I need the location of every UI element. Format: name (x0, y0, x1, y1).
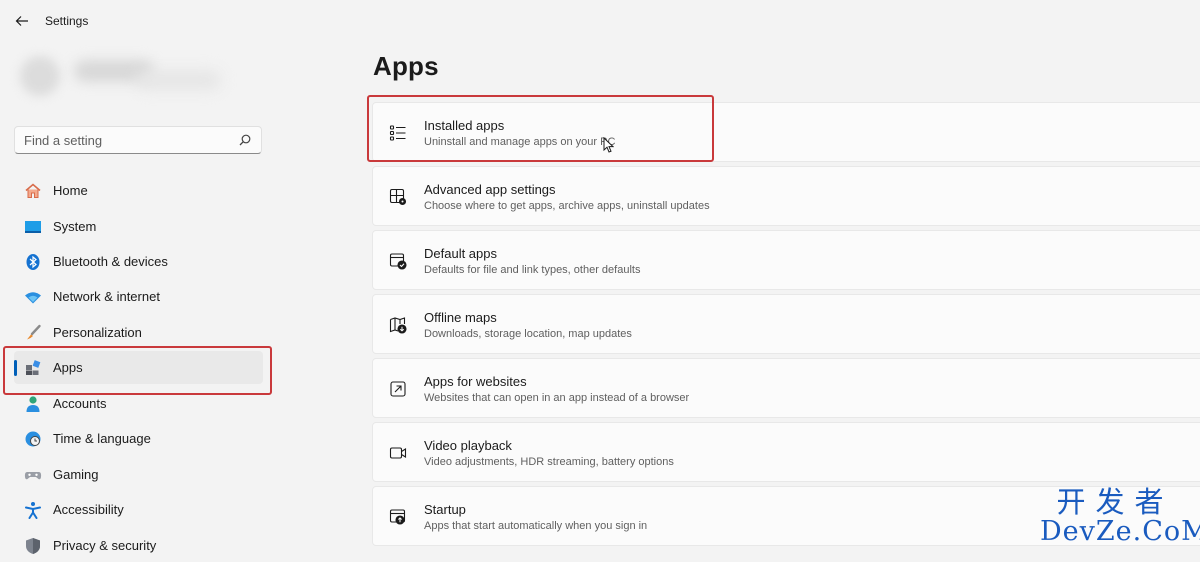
card-subtitle: Uninstall and manage apps on your PC (424, 136, 616, 148)
card-title: Video playback (424, 438, 512, 453)
card-subtitle: Choose where to get apps, archive apps, … (424, 200, 710, 212)
list-icon (387, 122, 409, 144)
watermark-line-1: 开发者 (1056, 485, 1174, 519)
back-arrow-icon (15, 16, 28, 26)
selected-indicator (14, 360, 17, 376)
profile-email-blurred (136, 70, 221, 90)
sidebar-item-accounts[interactable]: Accounts (14, 387, 263, 420)
sidebar-item-label: Privacy & security (53, 538, 157, 553)
user-profile[interactable] (16, 48, 226, 108)
sidebar-item-label: Personalization (53, 325, 142, 340)
person-icon (23, 394, 43, 414)
card-title: Startup (424, 502, 466, 517)
bluetooth-icon (23, 252, 43, 272)
paintbrush-icon (23, 323, 43, 343)
page-title: Apps (373, 51, 439, 81)
gamepad-icon (23, 465, 43, 485)
sidebar-item-gaming[interactable]: Gaming (14, 458, 263, 491)
accessibility-icon (23, 500, 43, 520)
app-settings-icon (387, 186, 409, 208)
sidebar-item-accessibility[interactable]: Accessibility (14, 493, 263, 526)
sidebar-item-privacy-security[interactable]: Privacy & security (14, 529, 263, 562)
sidebar-item-system[interactable]: System (14, 210, 263, 243)
wifi-icon (23, 287, 43, 307)
card-title: Default apps (424, 246, 497, 261)
sidebar-item-apps[interactable]: Apps (14, 351, 263, 384)
card-subtitle: Websites that can open in an app instead… (424, 392, 690, 404)
sidebar-item-label: Home (53, 183, 88, 198)
mouse-cursor-icon (603, 137, 614, 153)
card-title: Offline maps (424, 310, 497, 325)
map-download-icon (387, 314, 409, 336)
shield-icon (23, 536, 43, 556)
sidebar-item-label: Accounts (53, 396, 107, 411)
title-bar: Settings (0, 0, 1200, 42)
card-installed-apps[interactable]: Installed apps Uninstall and manage apps… (372, 102, 1200, 162)
default-apps-icon (387, 250, 409, 272)
search-icon[interactable] (239, 134, 251, 146)
watermark: 开发者 DevZe.CoM (1040, 485, 1200, 548)
sidebar-item-personalization[interactable]: Personalization (14, 316, 263, 349)
card-subtitle: Defaults for file and link types, other … (424, 264, 641, 276)
avatar (20, 56, 60, 96)
sidebar-item-home[interactable]: Home (14, 174, 263, 207)
card-advanced-app-settings[interactable]: Advanced app settings Choose where to ge… (372, 166, 1200, 226)
sidebar-item-label: Gaming (53, 467, 99, 482)
sidebar-item-label: Apps (53, 360, 83, 375)
sidebar-item-bluetooth[interactable]: Bluetooth & devices (14, 245, 263, 278)
card-video-playback[interactable]: Video playback Video adjustments, HDR st… (372, 422, 1200, 482)
card-title: Installed apps (424, 118, 505, 133)
card-title: Advanced app settings (424, 182, 556, 197)
sidebar-item-time-language[interactable]: Time & language (14, 422, 263, 455)
sidebar-item-label: Network & internet (53, 289, 160, 304)
watermark-line-2: DevZe.CoM (1040, 516, 1200, 547)
monitor-icon (23, 217, 43, 237)
globe-clock-icon (23, 429, 43, 449)
card-title: Apps for websites (424, 374, 527, 389)
sidebar-item-label: Bluetooth & devices (53, 254, 168, 269)
card-subtitle: Downloads, storage location, map updates (424, 328, 632, 340)
card-default-apps[interactable]: Default apps Defaults for file and link … (372, 230, 1200, 290)
card-subtitle: Apps that start automatically when you s… (424, 520, 648, 532)
startup-icon (387, 506, 409, 528)
apps-icon (23, 358, 43, 378)
home-icon (23, 181, 43, 201)
open-in-app-icon (387, 378, 409, 400)
sidebar-item-label: System (53, 219, 97, 234)
sidebar-item-label: Accessibility (53, 502, 124, 517)
back-button[interactable] (12, 11, 32, 31)
search-input[interactable] (24, 131, 224, 149)
sidebar-item-network[interactable]: Network & internet (14, 280, 263, 313)
card-subtitle: Video adjustments, HDR streaming, batter… (424, 456, 674, 468)
app-title: Settings (45, 14, 89, 28)
card-offline-maps[interactable]: Offline maps Downloads, storage location… (372, 294, 1200, 354)
card-apps-for-websites[interactable]: Apps for websites Websites that can open… (372, 358, 1200, 418)
sidebar-item-label: Time & language (53, 431, 151, 446)
search-box[interactable] (14, 126, 262, 154)
video-icon (387, 442, 409, 464)
